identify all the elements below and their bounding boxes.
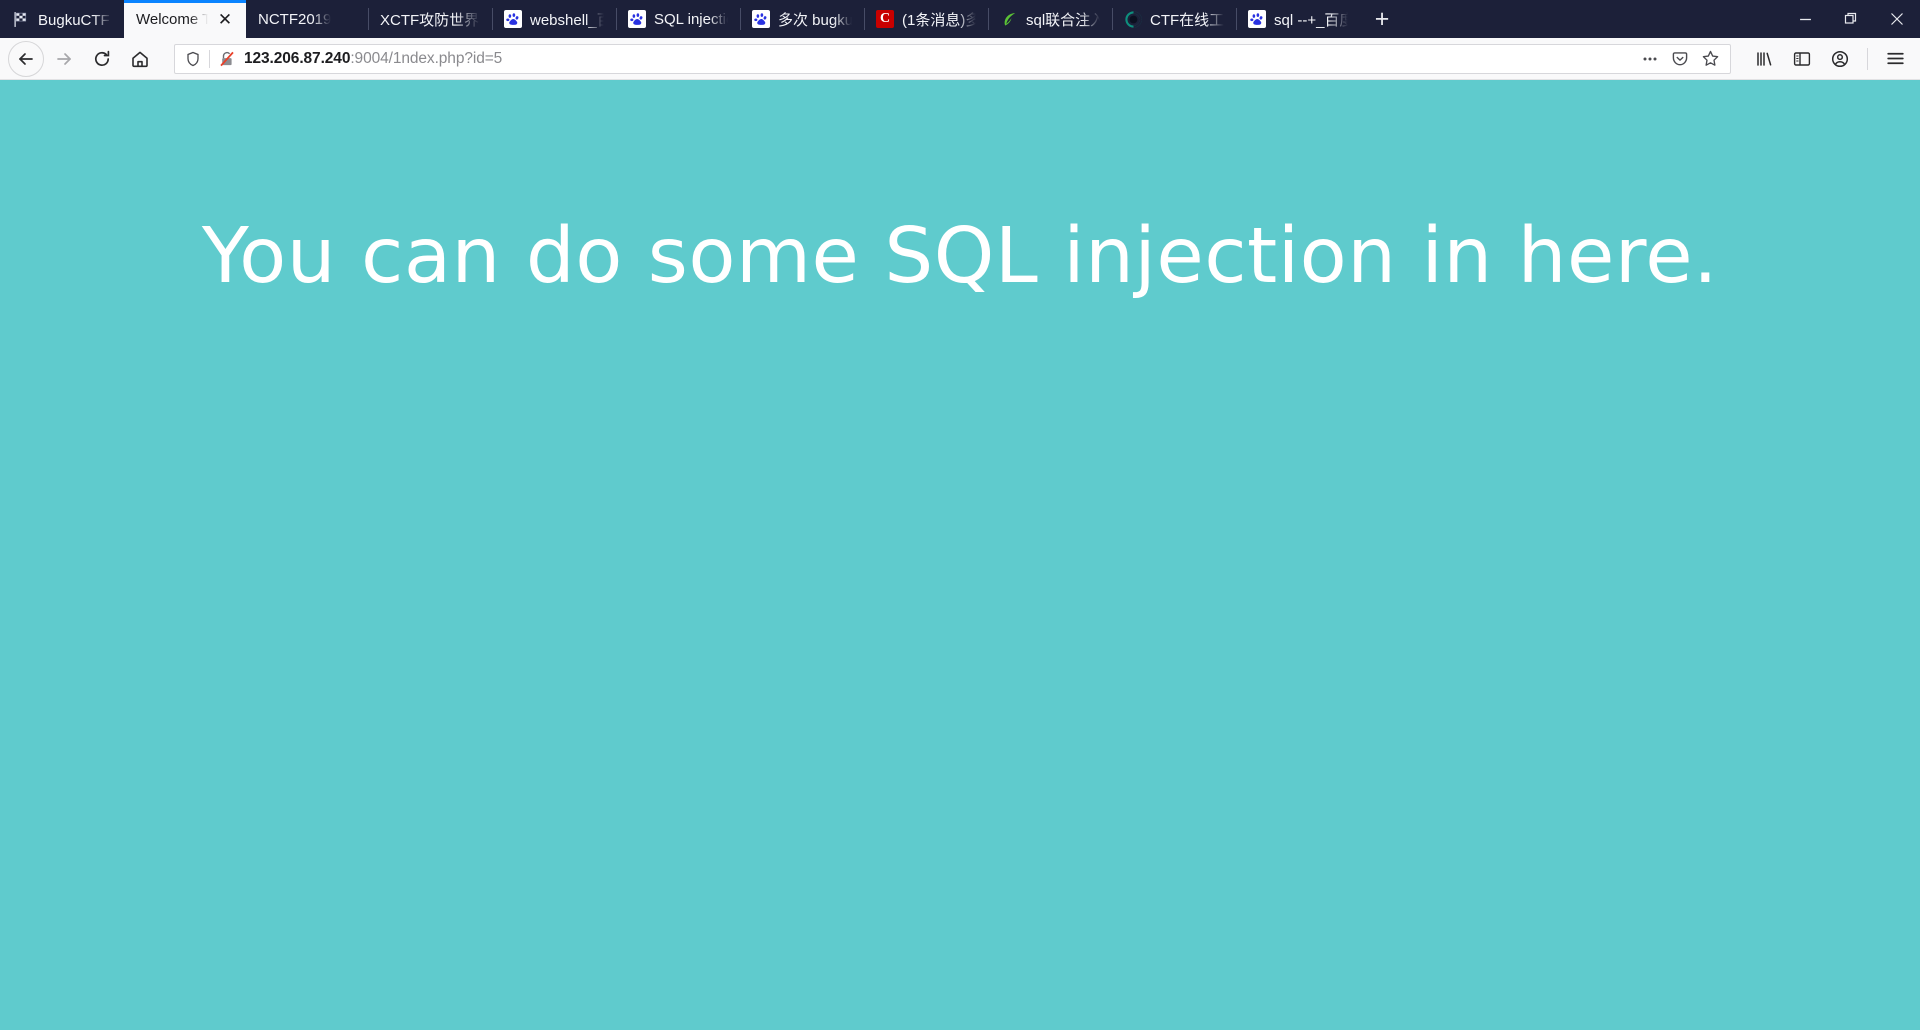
url-path: :9004/1ndex.php?id=5 bbox=[350, 49, 503, 67]
tab-label: Welcome To B bbox=[136, 10, 208, 28]
tab-strip-spacer bbox=[1404, 0, 1782, 38]
tab-bugkuctf[interactable]: BugkuCTF - 绝 bbox=[0, 0, 124, 38]
maximize-restore-icon[interactable] bbox=[1828, 0, 1874, 38]
baidu-icon bbox=[628, 10, 646, 28]
window-controls bbox=[1782, 0, 1920, 38]
tab-nctf2019[interactable]: NCTF2019 bbox=[246, 0, 368, 38]
url-host: 123.206.87.240 bbox=[244, 49, 351, 67]
back-icon[interactable] bbox=[8, 40, 44, 77]
tab-csdn-message[interactable]: C (1条消息)多次 bbox=[864, 0, 988, 38]
tab-webshell-baidu[interactable]: webshell_百度 bbox=[492, 0, 616, 38]
tracking-protection-shield-icon[interactable] bbox=[185, 51, 201, 67]
tab-label: BugkuCTF - 绝 bbox=[38, 11, 112, 29]
url-bar-actions bbox=[1636, 46, 1724, 72]
tab-ctf-online-tools[interactable]: CTF在线工具-在 bbox=[1112, 0, 1236, 38]
tab-label: XCTF攻防世界 We bbox=[380, 11, 480, 29]
close-window-icon[interactable] bbox=[1874, 0, 1920, 38]
baidu-icon bbox=[1248, 10, 1266, 28]
tab-welcome-to-b[interactable]: Welcome To B ✕ bbox=[124, 0, 246, 38]
tab-xctf[interactable]: XCTF攻防世界 We bbox=[368, 0, 492, 38]
tab-sql-injection[interactable]: SQL injection_ bbox=[616, 0, 740, 38]
tab-sql-baidu-search[interactable]: sql --+_百度搜 bbox=[1236, 0, 1360, 38]
active-tab-accent-bar bbox=[124, 0, 246, 3]
checkered-flag-icon bbox=[12, 10, 30, 28]
toolbar-separator bbox=[1867, 47, 1868, 70]
reload-icon[interactable] bbox=[84, 41, 120, 77]
sidebar-icon[interactable] bbox=[1785, 42, 1819, 76]
page-actions-ellipsis-icon[interactable] bbox=[1636, 46, 1664, 72]
toolbar-right-buttons bbox=[1741, 42, 1912, 76]
minimize-icon[interactable] bbox=[1782, 0, 1828, 38]
page-headline: You can do some SQL injection in here. bbox=[201, 212, 1719, 301]
hamburger-menu-icon[interactable] bbox=[1878, 42, 1912, 76]
csdn-icon: C bbox=[876, 10, 894, 28]
tab-sql-union-injection[interactable]: sql联合注入， bbox=[988, 0, 1112, 38]
tab-label: SQL injection_ bbox=[654, 10, 728, 28]
leek-icon bbox=[1000, 10, 1018, 28]
browser-window: BugkuCTF - 绝 Welcome To B ✕ NCTF2019 XCT… bbox=[0, 0, 1920, 1030]
url-text[interactable]: 123.206.87.240:9004/1ndex.php?id=5 bbox=[244, 50, 1628, 68]
close-tab-icon[interactable]: ✕ bbox=[216, 11, 234, 28]
tab-label: NCTF2019 bbox=[258, 10, 332, 28]
bookmark-star-icon[interactable] bbox=[1696, 46, 1724, 72]
navigation-toolbar: 123.206.87.240:9004/1ndex.php?id=5 bbox=[0, 38, 1920, 80]
tab-strip: BugkuCTF - 绝 Welcome To B ✕ NCTF2019 XCT… bbox=[0, 0, 1920, 38]
tab-label: sql联合注入， bbox=[1026, 11, 1100, 29]
url-bar[interactable]: 123.206.87.240:9004/1ndex.php?id=5 bbox=[174, 43, 1731, 74]
tab-label: webshell_百度 bbox=[530, 11, 604, 29]
identity-separator bbox=[209, 49, 210, 68]
new-tab-button[interactable]: + bbox=[1360, 0, 1404, 38]
ctf-tools-icon bbox=[1124, 10, 1142, 28]
tab-label: CTF在线工具-在 bbox=[1150, 11, 1224, 29]
forward-icon[interactable] bbox=[46, 41, 82, 77]
broken-lock-icon[interactable] bbox=[218, 50, 236, 68]
page-content: You can do some SQL injection in here. bbox=[0, 80, 1920, 1030]
tab-label: sql --+_百度搜 bbox=[1274, 11, 1348, 29]
library-icon[interactable] bbox=[1747, 42, 1781, 76]
baidu-icon bbox=[504, 10, 522, 28]
tab-label: (1条消息)多次 bbox=[902, 11, 976, 29]
tab-duoci-bugku[interactable]: 多次 bugku_百 bbox=[740, 0, 864, 38]
baidu-icon bbox=[752, 10, 770, 28]
home-icon[interactable] bbox=[122, 41, 158, 77]
pocket-icon[interactable] bbox=[1666, 46, 1694, 72]
tab-label: 多次 bugku_百 bbox=[778, 11, 852, 29]
account-avatar-icon[interactable] bbox=[1823, 42, 1857, 76]
